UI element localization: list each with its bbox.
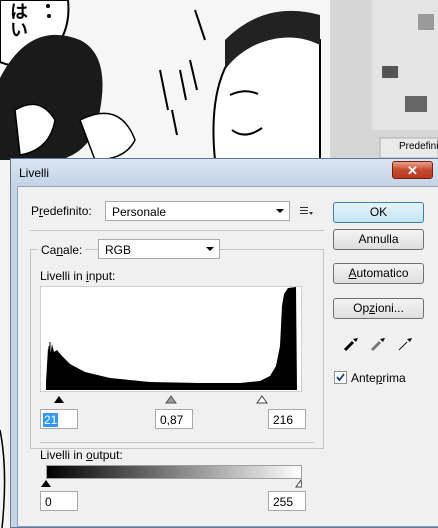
- output-white-slider: [295, 479, 302, 488]
- gray-eyedropper-icon[interactable]: [369, 335, 387, 353]
- chevron-down-icon: [206, 247, 214, 251]
- auto-button[interactable]: Automatico: [333, 263, 424, 284]
- dialog-title: Livelli: [19, 166, 50, 180]
- white-point-slider: [256, 395, 268, 404]
- checkmark-icon: [336, 373, 345, 382]
- levels-dialog: Livelli ✕ Predefinito: Personale Canale:…: [10, 158, 438, 528]
- input-levels-label: Livelli in input:: [40, 269, 116, 283]
- dialog-body: Predefinito: Personale Canale: RGB Livel…: [17, 186, 438, 527]
- black-eyedropper-icon[interactable]: [342, 335, 360, 353]
- input-slider-track[interactable]: [40, 395, 302, 405]
- output-black-slider: [41, 480, 51, 487]
- output-gradient: [46, 465, 302, 479]
- channel-select[interactable]: RGB: [98, 239, 220, 259]
- preview-label[interactable]: Anteprima: [351, 371, 406, 385]
- output-levels-label: Livelli in output:: [40, 448, 123, 462]
- channel-value: RGB: [105, 243, 132, 257]
- dialog-titlebar[interactable]: Livelli ✕: [11, 159, 438, 185]
- separator: [40, 442, 314, 443]
- ok-button[interactable]: OK: [333, 202, 424, 223]
- preview-checkbox[interactable]: [334, 371, 347, 384]
- input-black-field[interactable]: 21: [40, 409, 78, 429]
- histogram: [40, 286, 302, 392]
- output-white-field[interactable]: 255: [268, 491, 306, 511]
- output-slider-track[interactable]: [40, 479, 302, 489]
- white-eyedropper-icon[interactable]: [396, 335, 414, 353]
- speech-bubble-text: はい: [7, 2, 28, 38]
- chevron-down-icon: [276, 209, 284, 213]
- preset-value: Personale: [112, 205, 167, 219]
- black-point-slider: [54, 396, 64, 403]
- close-button[interactable]: ✕: [392, 161, 433, 179]
- output-black-field[interactable]: 0: [40, 491, 78, 511]
- panel-tab-label[interactable]: Predefini: [399, 141, 438, 152]
- preset-label: Predefinito:: [31, 204, 92, 218]
- input-gamma-field[interactable]: 0,87: [155, 409, 193, 429]
- gamma-slider: [165, 395, 177, 404]
- cancel-button[interactable]: Annulla: [333, 229, 424, 250]
- channel-label: Canale:: [38, 243, 86, 257]
- input-white-field[interactable]: 216: [268, 409, 306, 429]
- preset-select[interactable]: Personale: [105, 201, 290, 221]
- preset-menu-icon[interactable]: [300, 206, 314, 218]
- separator: [30, 230, 324, 231]
- options-button[interactable]: Opzioni...: [333, 298, 424, 319]
